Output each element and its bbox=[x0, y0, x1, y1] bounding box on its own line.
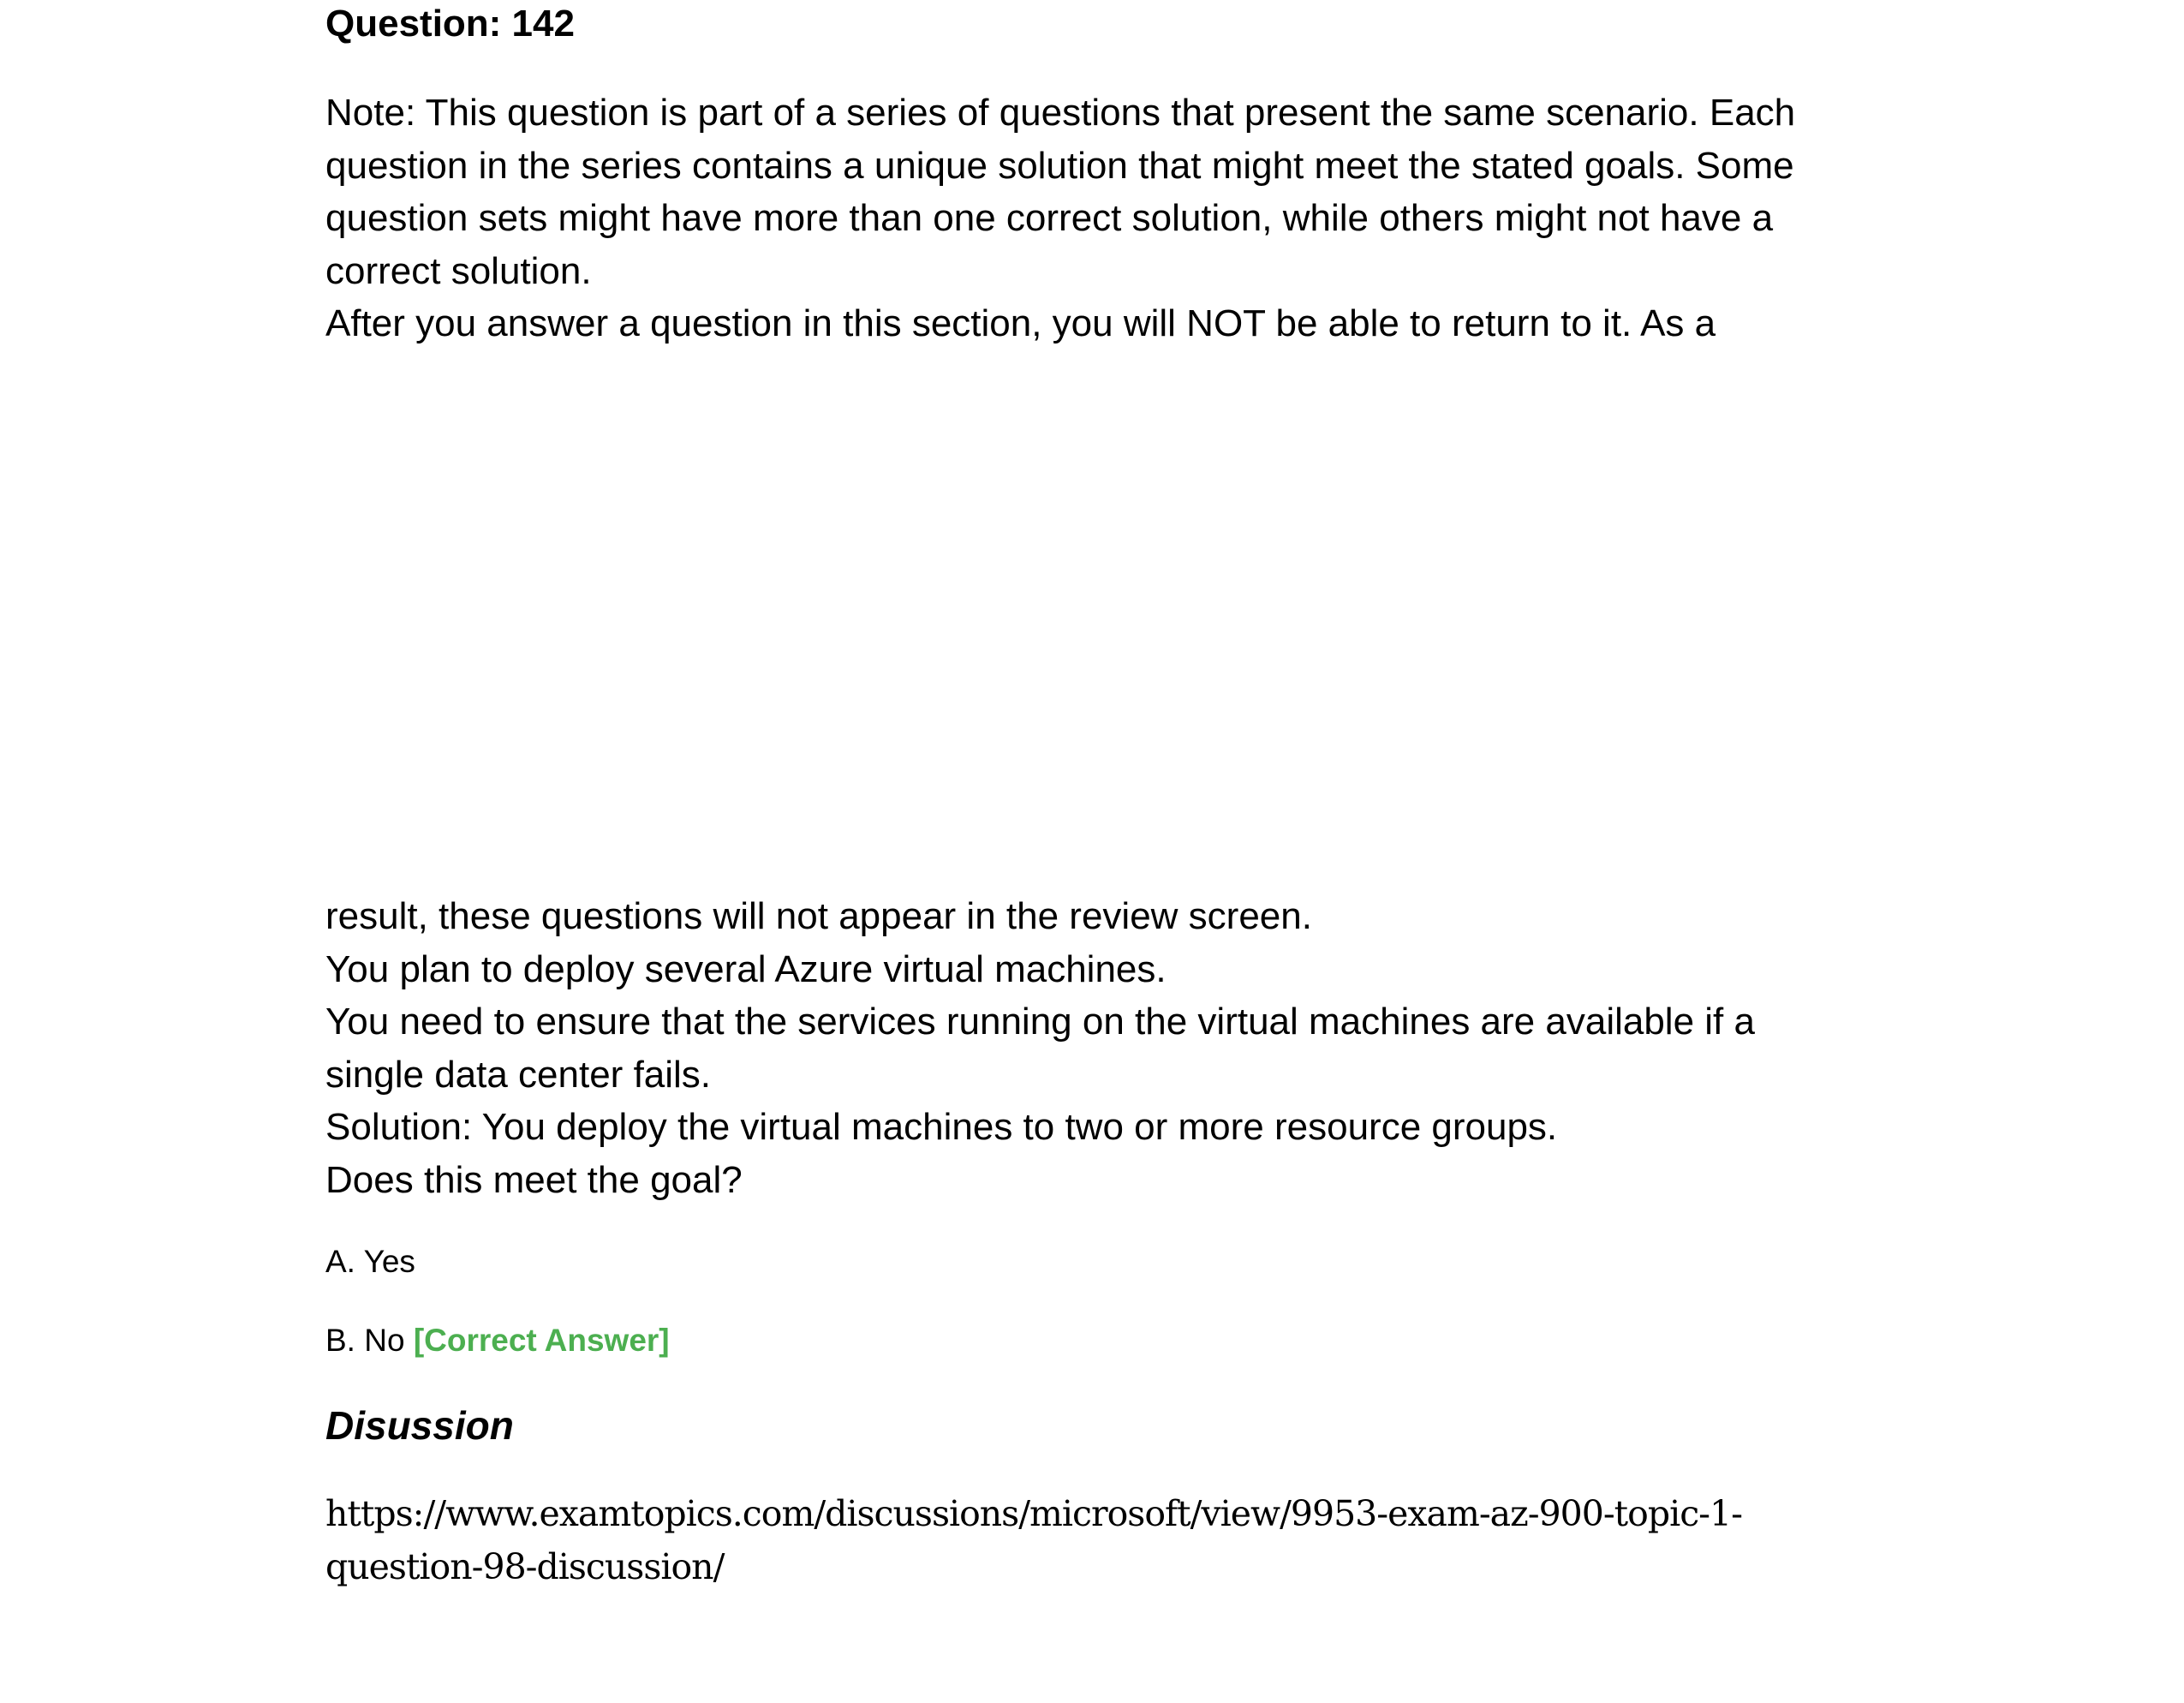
discussion-heading: Disussion bbox=[325, 1403, 514, 1448]
note-line: After you answer a question in this sect… bbox=[325, 302, 1716, 344]
option-b-label: B. No bbox=[325, 1323, 405, 1358]
scenario-paragraph: result, these questions will not appear … bbox=[325, 890, 1901, 1206]
note-paragraph: Note: This question is part of a series … bbox=[325, 87, 1901, 350]
scenario-line: You plan to deploy several Azure virtual… bbox=[325, 947, 1167, 990]
note-line: correct solution. bbox=[325, 249, 592, 292]
discussion-link-line[interactable]: https://www.examtopics.com/discussions/m… bbox=[325, 1487, 1743, 1540]
discussion-link[interactable]: https://www.examtopics.com/discussions/m… bbox=[325, 1487, 1743, 1593]
scenario-line: result, these questions will not appear … bbox=[325, 895, 1312, 937]
note-line: question in the series contains a unique… bbox=[325, 144, 1794, 187]
discussion-link-line[interactable]: question-98-discussion/ bbox=[325, 1540, 1742, 1593]
scenario-line: You need to ensure that the services run… bbox=[325, 1001, 1755, 1043]
scenario-line: Solution: You deploy the virtual machine… bbox=[325, 1106, 1558, 1148]
option-a: A. Yes bbox=[325, 1243, 415, 1281]
scenario-line: Does this meet the goal? bbox=[325, 1158, 743, 1201]
note-line: question sets might have more than one c… bbox=[325, 197, 1774, 239]
option-b: B. No [Correct Answer] bbox=[325, 1322, 670, 1359]
scenario-line: single data center fails. bbox=[325, 1053, 712, 1096]
option-a-label: A. Yes bbox=[325, 1244, 415, 1279]
correct-answer-tag: [Correct Answer] bbox=[413, 1323, 670, 1358]
question-title: Question: 142 bbox=[325, 3, 575, 45]
note-line: Note: This question is part of a series … bbox=[325, 92, 1796, 134]
